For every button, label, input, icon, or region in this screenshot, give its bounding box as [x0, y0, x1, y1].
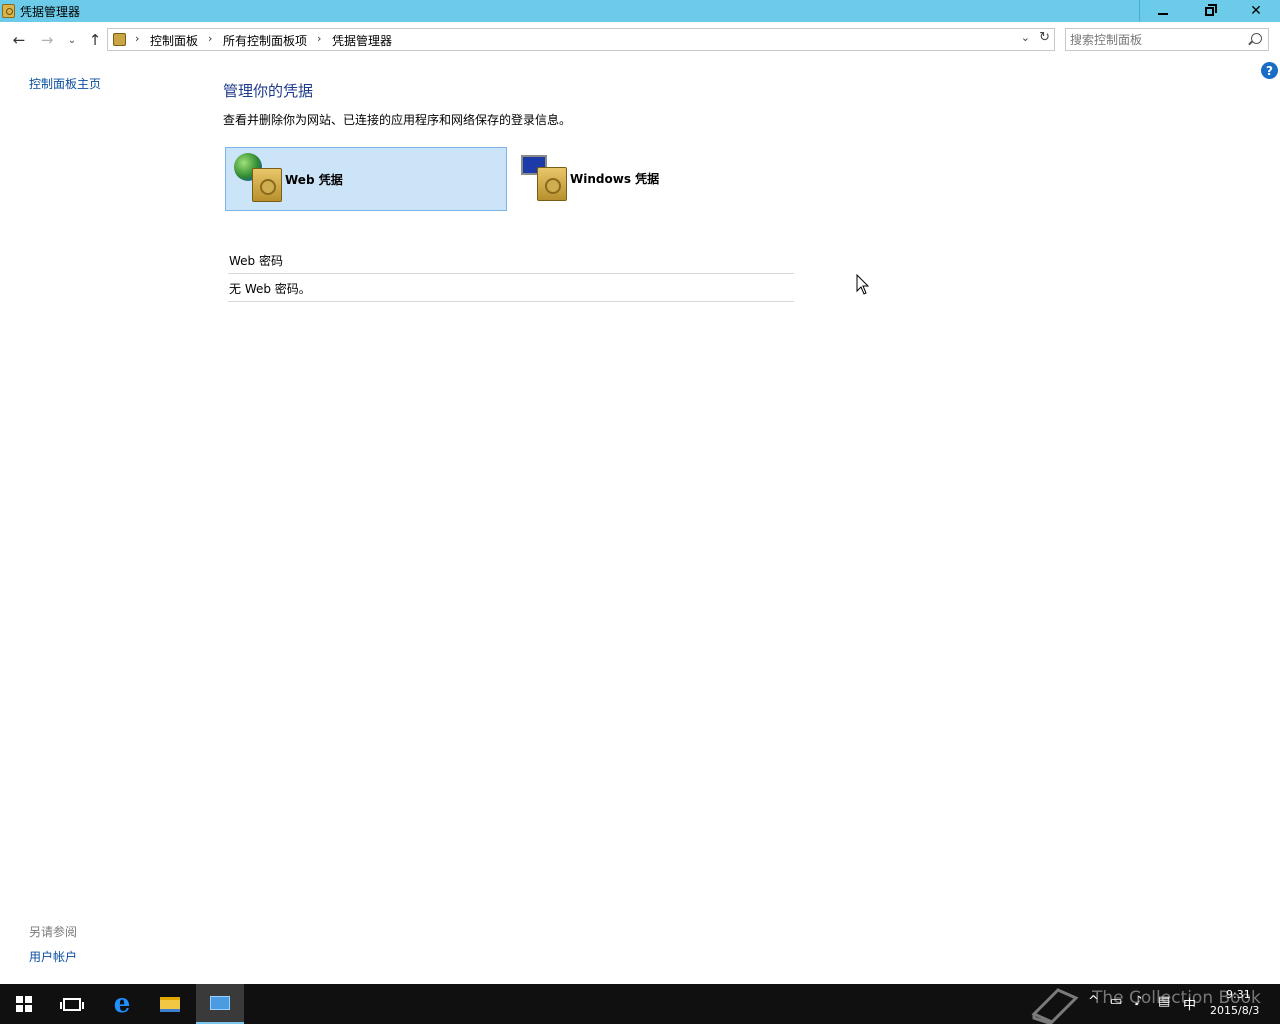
minimize-icon — [1157, 13, 1168, 15]
navigation-bar: ← → ⌄ ↑ › 控制面板 › 所有控制面板项 › 凭据管理器 ⌄ ↻ — [0, 22, 1280, 58]
clock-date[interactable]: 2015/8/3 — [1210, 1004, 1259, 1017]
restore-button[interactable] — [1186, 0, 1232, 22]
safe-icon — [537, 167, 567, 201]
recent-locations-button[interactable]: ⌄ — [63, 30, 81, 50]
breadcrumb-credential-manager[interactable]: 凭据管理器 — [332, 32, 392, 49]
address-bar[interactable]: › 控制面板 › 所有控制面板项 › 凭据管理器 ⌄ ↻ — [107, 28, 1055, 51]
window-title: 凭据管理器 — [20, 5, 81, 19]
windows-credentials-label: Windows 凭据 — [570, 172, 660, 186]
forward-button[interactable]: → — [38, 30, 56, 50]
title-bar: 凭据管理器 ✕ — [0, 0, 1280, 22]
windows-logo-icon — [16, 996, 32, 1012]
chevron-down-icon: ⌄ — [67, 34, 77, 46]
see-also-heading: 另请参阅 — [29, 925, 78, 939]
page-title: 管理你的凭据 — [223, 82, 314, 100]
web-credentials-label: Web 凭据 — [285, 173, 343, 187]
safe-icon — [252, 168, 282, 202]
breadcrumb-separator-icon[interactable]: › — [135, 32, 139, 45]
breadcrumb-separator-icon[interactable]: › — [317, 32, 321, 45]
up-button[interactable]: ↑ — [86, 30, 104, 50]
windows-credentials-tile[interactable]: Windows 凭据 — [515, 147, 715, 211]
input-method-indicator[interactable]: 中 — [1183, 994, 1196, 1013]
volume-icon[interactable]: ♪ — [1134, 994, 1142, 1009]
refresh-icon[interactable]: ↻ — [1039, 30, 1050, 45]
divider — [228, 301, 794, 302]
restore-icon — [1204, 3, 1217, 16]
mouse-cursor-icon — [856, 274, 870, 295]
close-button[interactable]: ✕ — [1233, 0, 1279, 22]
minimize-button[interactable] — [1139, 0, 1185, 22]
search-icon[interactable] — [1251, 33, 1262, 44]
search-box — [1065, 28, 1269, 51]
network-icon[interactable]: ▭ — [1110, 994, 1122, 1009]
web-credentials-tile[interactable]: Web 凭据 — [225, 147, 507, 211]
breadcrumb-control-panel[interactable]: 控制面板 — [150, 32, 198, 49]
credential-manager-taskbar-button[interactable] — [196, 984, 244, 1024]
breadcrumb-separator-icon[interactable]: › — [208, 32, 212, 45]
up-arrow-icon: ↑ — [88, 31, 102, 49]
close-icon: ✕ — [1250, 3, 1262, 19]
edge-browser-icon: e — [113, 989, 131, 1019]
book-watermark-icon — [1031, 988, 1079, 1024]
search-input[interactable] — [1070, 31, 1240, 48]
back-button[interactable]: ← — [10, 30, 28, 50]
task-view-button[interactable] — [48, 984, 96, 1024]
no-web-passwords-text: 无 Web 密码。 — [229, 282, 311, 296]
control-panel-home-link[interactable]: 控制面板主页 — [29, 75, 101, 92]
task-view-icon — [60, 997, 84, 1011]
user-accounts-link[interactable]: 用户帐户 — [29, 948, 77, 965]
breadcrumb-all-items[interactable]: 所有控制面板项 — [223, 32, 307, 49]
clock-time[interactable]: 9:31 — [1226, 988, 1251, 1001]
divider — [228, 273, 794, 274]
control-panel-icon — [113, 33, 126, 46]
address-dropdown-icon[interactable]: ⌄ — [1021, 31, 1030, 44]
credential-manager-icon — [2, 4, 15, 18]
control-panel-icon — [210, 996, 230, 1010]
file-explorer-taskbar-button[interactable] — [146, 984, 194, 1024]
back-arrow-icon: ← — [12, 31, 26, 49]
web-passwords-heading: Web 密码 — [229, 254, 283, 268]
forward-arrow-icon: → — [40, 31, 54, 49]
edge-taskbar-button[interactable]: e — [98, 984, 146, 1024]
help-icon[interactable]: ? — [1261, 62, 1278, 79]
page-description: 查看并删除你为网站、已连接的应用程序和网络保存的登录信息。 — [223, 113, 572, 127]
taskbar: e The Collection Book ^ ▭ ♪ ▤ 中 9:31 201… — [0, 984, 1280, 1024]
start-button[interactable] — [0, 984, 48, 1024]
action-center-icon[interactable]: ▤ — [1158, 994, 1170, 1009]
show-hidden-icons-icon[interactable]: ^ — [1088, 994, 1099, 1009]
folder-icon — [160, 996, 180, 1012]
